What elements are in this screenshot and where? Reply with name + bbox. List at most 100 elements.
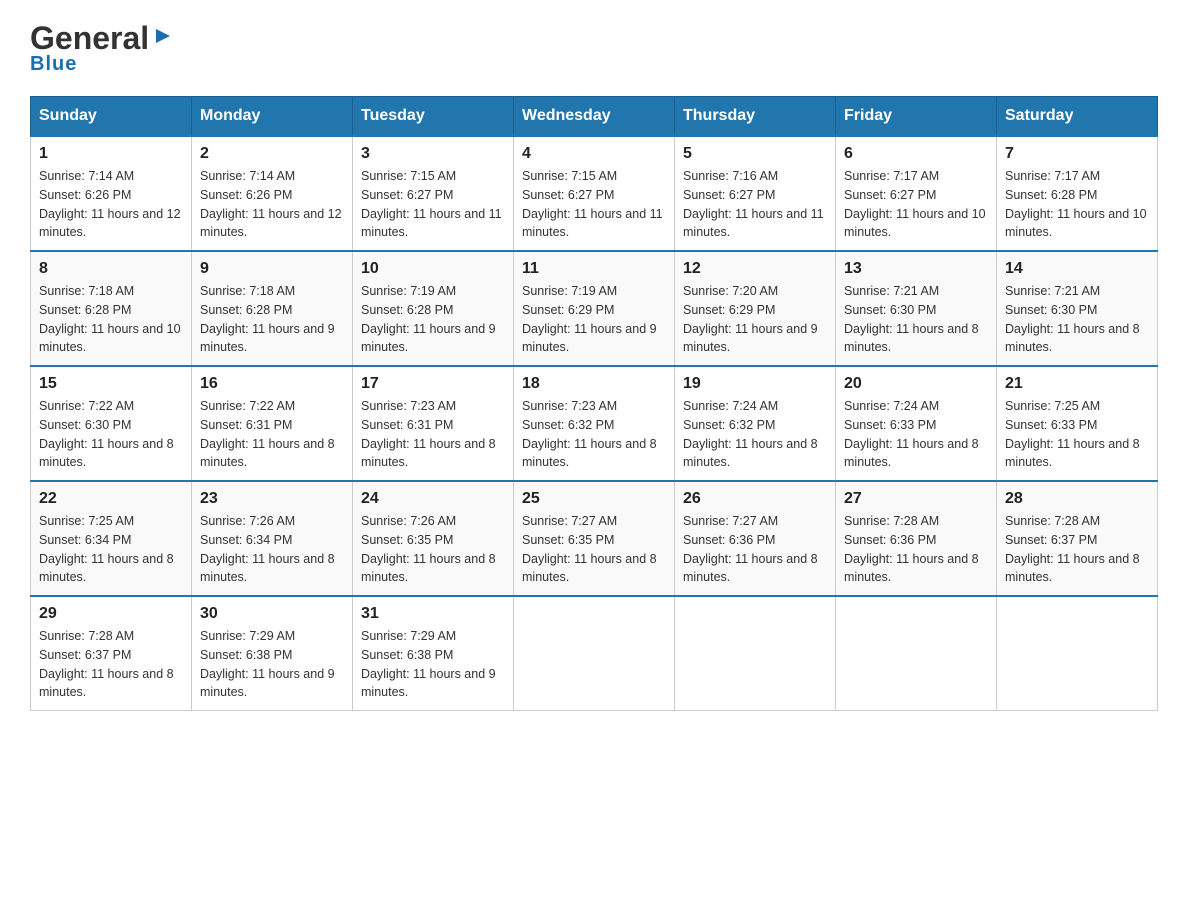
day-info: Sunrise: 7:27 AMSunset: 6:35 PMDaylight:… bbox=[522, 514, 657, 584]
calendar-cell: 18 Sunrise: 7:23 AMSunset: 6:32 PMDaylig… bbox=[514, 366, 675, 481]
day-info: Sunrise: 7:17 AMSunset: 6:28 PMDaylight:… bbox=[1005, 169, 1147, 239]
calendar-cell: 5 Sunrise: 7:16 AMSunset: 6:27 PMDayligh… bbox=[675, 136, 836, 251]
logo-triangle-icon bbox=[152, 25, 174, 52]
calendar-cell: 23 Sunrise: 7:26 AMSunset: 6:34 PMDaylig… bbox=[192, 481, 353, 596]
calendar-cell: 30 Sunrise: 7:29 AMSunset: 6:38 PMDaylig… bbox=[192, 596, 353, 711]
calendar-cell: 14 Sunrise: 7:21 AMSunset: 6:30 PMDaylig… bbox=[997, 251, 1158, 366]
header-thursday: Thursday bbox=[675, 97, 836, 137]
week-row-1: 1 Sunrise: 7:14 AMSunset: 6:26 PMDayligh… bbox=[31, 136, 1158, 251]
day-number: 28 bbox=[1005, 490, 1149, 508]
day-number: 7 bbox=[1005, 145, 1149, 163]
day-info: Sunrise: 7:24 AMSunset: 6:33 PMDaylight:… bbox=[844, 399, 979, 469]
day-info: Sunrise: 7:23 AMSunset: 6:31 PMDaylight:… bbox=[361, 399, 496, 469]
day-info: Sunrise: 7:21 AMSunset: 6:30 PMDaylight:… bbox=[844, 284, 979, 354]
day-info: Sunrise: 7:22 AMSunset: 6:30 PMDaylight:… bbox=[39, 399, 174, 469]
week-row-3: 15 Sunrise: 7:22 AMSunset: 6:30 PMDaylig… bbox=[31, 366, 1158, 481]
calendar-cell: 8 Sunrise: 7:18 AMSunset: 6:28 PMDayligh… bbox=[31, 251, 192, 366]
calendar-cell: 2 Sunrise: 7:14 AMSunset: 6:26 PMDayligh… bbox=[192, 136, 353, 251]
calendar-cell: 15 Sunrise: 7:22 AMSunset: 6:30 PMDaylig… bbox=[31, 366, 192, 481]
day-number: 1 bbox=[39, 145, 183, 163]
day-info: Sunrise: 7:27 AMSunset: 6:36 PMDaylight:… bbox=[683, 514, 818, 584]
day-info: Sunrise: 7:19 AMSunset: 6:29 PMDaylight:… bbox=[522, 284, 657, 354]
day-number: 31 bbox=[361, 605, 505, 623]
day-info: Sunrise: 7:18 AMSunset: 6:28 PMDaylight:… bbox=[200, 284, 335, 354]
logo-blue: Blue bbox=[30, 53, 77, 76]
day-number: 24 bbox=[361, 490, 505, 508]
day-number: 29 bbox=[39, 605, 183, 623]
day-number: 5 bbox=[683, 145, 827, 163]
calendar-cell: 1 Sunrise: 7:14 AMSunset: 6:26 PMDayligh… bbox=[31, 136, 192, 251]
calendar-cell bbox=[997, 596, 1158, 711]
day-number: 13 bbox=[844, 260, 988, 278]
day-number: 4 bbox=[522, 145, 666, 163]
logo: General Blue bbox=[30, 20, 174, 76]
day-info: Sunrise: 7:26 AMSunset: 6:34 PMDaylight:… bbox=[200, 514, 335, 584]
calendar-cell: 3 Sunrise: 7:15 AMSunset: 6:27 PMDayligh… bbox=[353, 136, 514, 251]
calendar-cell bbox=[836, 596, 997, 711]
day-info: Sunrise: 7:29 AMSunset: 6:38 PMDaylight:… bbox=[200, 629, 335, 699]
calendar-cell: 29 Sunrise: 7:28 AMSunset: 6:37 PMDaylig… bbox=[31, 596, 192, 711]
day-number: 12 bbox=[683, 260, 827, 278]
day-number: 17 bbox=[361, 375, 505, 393]
calendar-cell: 22 Sunrise: 7:25 AMSunset: 6:34 PMDaylig… bbox=[31, 481, 192, 596]
day-number: 3 bbox=[361, 145, 505, 163]
day-number: 10 bbox=[361, 260, 505, 278]
calendar-cell: 26 Sunrise: 7:27 AMSunset: 6:36 PMDaylig… bbox=[675, 481, 836, 596]
day-info: Sunrise: 7:20 AMSunset: 6:29 PMDaylight:… bbox=[683, 284, 818, 354]
calendar-cell: 9 Sunrise: 7:18 AMSunset: 6:28 PMDayligh… bbox=[192, 251, 353, 366]
calendar-cell: 20 Sunrise: 7:24 AMSunset: 6:33 PMDaylig… bbox=[836, 366, 997, 481]
calendar-cell: 24 Sunrise: 7:26 AMSunset: 6:35 PMDaylig… bbox=[353, 481, 514, 596]
calendar-cell: 4 Sunrise: 7:15 AMSunset: 6:27 PMDayligh… bbox=[514, 136, 675, 251]
day-info: Sunrise: 7:25 AMSunset: 6:34 PMDaylight:… bbox=[39, 514, 174, 584]
day-number: 30 bbox=[200, 605, 344, 623]
calendar-cell: 27 Sunrise: 7:28 AMSunset: 6:36 PMDaylig… bbox=[836, 481, 997, 596]
day-number: 6 bbox=[844, 145, 988, 163]
calendar-cell: 16 Sunrise: 7:22 AMSunset: 6:31 PMDaylig… bbox=[192, 366, 353, 481]
day-number: 2 bbox=[200, 145, 344, 163]
day-info: Sunrise: 7:14 AMSunset: 6:26 PMDaylight:… bbox=[39, 169, 181, 239]
header-sunday: Sunday bbox=[31, 97, 192, 137]
day-number: 25 bbox=[522, 490, 666, 508]
calendar-cell: 7 Sunrise: 7:17 AMSunset: 6:28 PMDayligh… bbox=[997, 136, 1158, 251]
day-number: 9 bbox=[200, 260, 344, 278]
day-number: 14 bbox=[1005, 260, 1149, 278]
calendar-cell: 31 Sunrise: 7:29 AMSunset: 6:38 PMDaylig… bbox=[353, 596, 514, 711]
day-number: 26 bbox=[683, 490, 827, 508]
day-number: 11 bbox=[522, 260, 666, 278]
day-number: 22 bbox=[39, 490, 183, 508]
day-info: Sunrise: 7:17 AMSunset: 6:27 PMDaylight:… bbox=[844, 169, 986, 239]
calendar-cell: 28 Sunrise: 7:28 AMSunset: 6:37 PMDaylig… bbox=[997, 481, 1158, 596]
day-info: Sunrise: 7:19 AMSunset: 6:28 PMDaylight:… bbox=[361, 284, 496, 354]
day-number: 16 bbox=[200, 375, 344, 393]
day-number: 27 bbox=[844, 490, 988, 508]
day-info: Sunrise: 7:14 AMSunset: 6:26 PMDaylight:… bbox=[200, 169, 342, 239]
day-info: Sunrise: 7:21 AMSunset: 6:30 PMDaylight:… bbox=[1005, 284, 1140, 354]
day-info: Sunrise: 7:28 AMSunset: 6:37 PMDaylight:… bbox=[1005, 514, 1140, 584]
calendar-cell: 17 Sunrise: 7:23 AMSunset: 6:31 PMDaylig… bbox=[353, 366, 514, 481]
day-info: Sunrise: 7:28 AMSunset: 6:37 PMDaylight:… bbox=[39, 629, 174, 699]
day-info: Sunrise: 7:29 AMSunset: 6:38 PMDaylight:… bbox=[361, 629, 496, 699]
week-row-4: 22 Sunrise: 7:25 AMSunset: 6:34 PMDaylig… bbox=[31, 481, 1158, 596]
calendar-cell: 12 Sunrise: 7:20 AMSunset: 6:29 PMDaylig… bbox=[675, 251, 836, 366]
day-number: 21 bbox=[1005, 375, 1149, 393]
header-saturday: Saturday bbox=[997, 97, 1158, 137]
page-header: General Blue bbox=[30, 20, 1158, 76]
calendar-cell: 21 Sunrise: 7:25 AMSunset: 6:33 PMDaylig… bbox=[997, 366, 1158, 481]
day-number: 15 bbox=[39, 375, 183, 393]
header-friday: Friday bbox=[836, 97, 997, 137]
day-info: Sunrise: 7:28 AMSunset: 6:36 PMDaylight:… bbox=[844, 514, 979, 584]
calendar-cell: 19 Sunrise: 7:24 AMSunset: 6:32 PMDaylig… bbox=[675, 366, 836, 481]
day-info: Sunrise: 7:22 AMSunset: 6:31 PMDaylight:… bbox=[200, 399, 335, 469]
header-monday: Monday bbox=[192, 97, 353, 137]
header-row: SundayMondayTuesdayWednesdayThursdayFrid… bbox=[31, 97, 1158, 137]
day-info: Sunrise: 7:25 AMSunset: 6:33 PMDaylight:… bbox=[1005, 399, 1140, 469]
header-tuesday: Tuesday bbox=[353, 97, 514, 137]
calendar-cell bbox=[514, 596, 675, 711]
calendar-cell: 25 Sunrise: 7:27 AMSunset: 6:35 PMDaylig… bbox=[514, 481, 675, 596]
day-number: 20 bbox=[844, 375, 988, 393]
week-row-2: 8 Sunrise: 7:18 AMSunset: 6:28 PMDayligh… bbox=[31, 251, 1158, 366]
calendar-cell: 13 Sunrise: 7:21 AMSunset: 6:30 PMDaylig… bbox=[836, 251, 997, 366]
day-number: 8 bbox=[39, 260, 183, 278]
logo-general: General bbox=[30, 20, 149, 57]
day-info: Sunrise: 7:23 AMSunset: 6:32 PMDaylight:… bbox=[522, 399, 657, 469]
